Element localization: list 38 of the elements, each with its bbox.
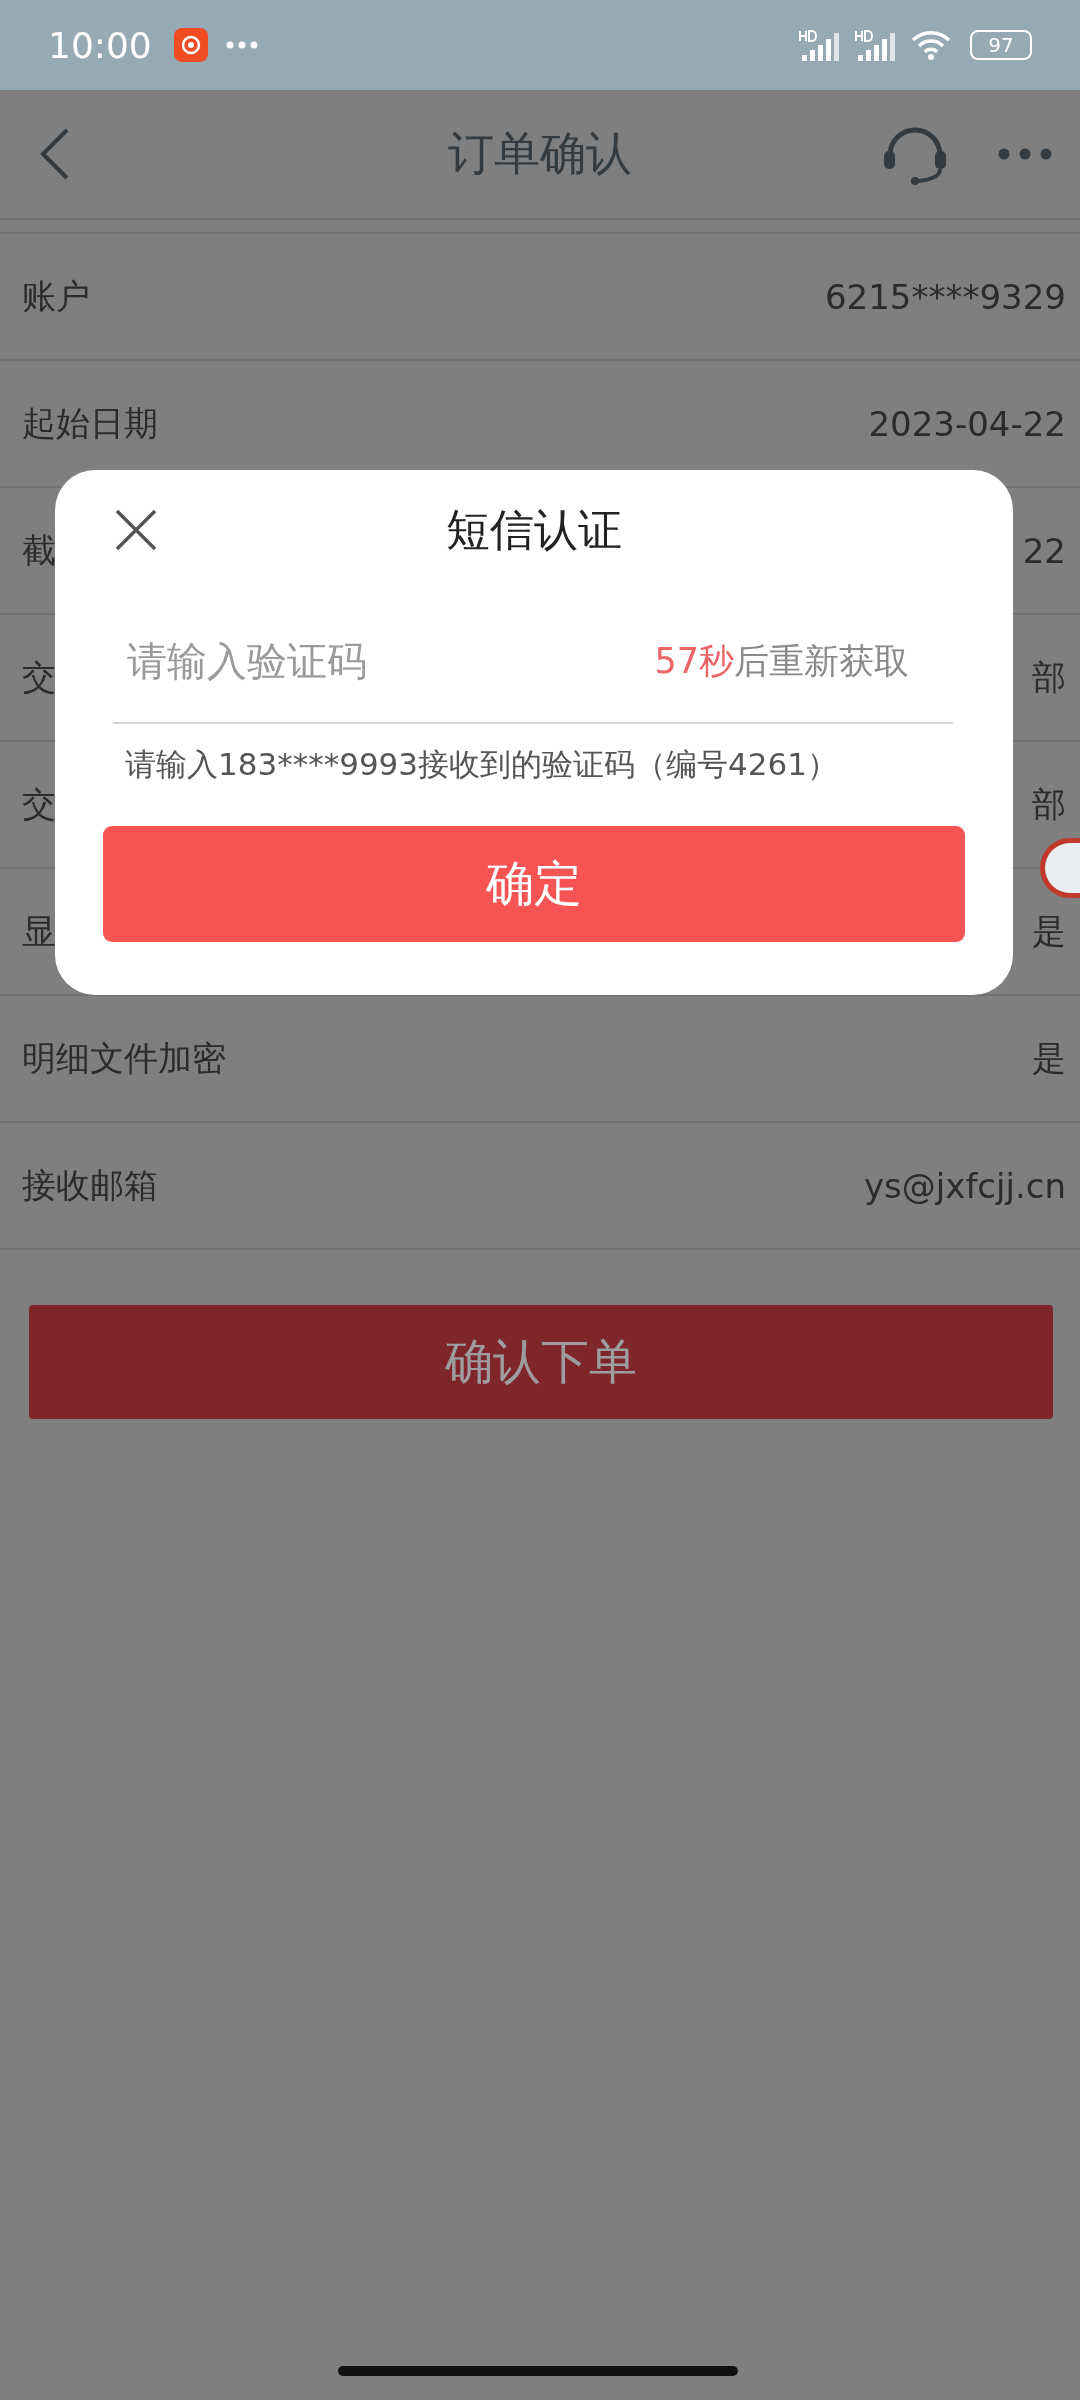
back-button[interactable]	[40, 128, 70, 180]
signal-icon	[854, 29, 898, 61]
code-input-field[interactable]: 请输入验证码	[113, 638, 655, 684]
wifi-icon	[910, 29, 952, 61]
field-label: 起始日期	[22, 401, 158, 445]
field-label: 明细文件加密	[22, 1036, 226, 1080]
field-value: ys@jxfcjj.cn	[864, 1165, 1066, 1206]
close-icon	[115, 509, 157, 551]
signal-icon	[798, 29, 842, 61]
resend-label: 后重新获取	[734, 640, 909, 681]
field-label: 账户	[22, 274, 90, 318]
confirm-button[interactable]: 确定	[103, 826, 965, 942]
dialog-title: 短信认证	[446, 502, 622, 557]
field-value: 是	[1032, 909, 1066, 953]
close-button[interactable]	[115, 509, 157, 551]
hint-text: 请输入183****9993接收到的验证码（编号4261）	[125, 745, 839, 784]
field-label: 显	[22, 909, 56, 953]
clock-time: 10:00	[48, 24, 152, 66]
field-label: 交	[22, 782, 56, 826]
field-label: 接收邮箱	[22, 1163, 158, 1207]
countdown-seconds: 57秒	[654, 640, 734, 681]
field-value: 6215****9329	[824, 276, 1066, 317]
field-value: 2023-04-22	[868, 403, 1066, 444]
more-icon	[998, 148, 1052, 160]
camera-app-icon	[173, 28, 208, 62]
page-title: 订单确认	[448, 125, 632, 182]
field-label: 交	[22, 655, 56, 699]
back-icon	[40, 128, 70, 180]
more-button[interactable]	[998, 148, 1052, 160]
field-label: 截	[22, 528, 56, 572]
battery-icon: 97	[970, 30, 1032, 60]
submit-order-button[interactable]: 确认下单	[29, 1305, 1053, 1419]
field-value: 部	[1032, 782, 1066, 826]
more-icon	[225, 41, 258, 49]
field-value: 是	[1032, 1036, 1066, 1080]
floating-badge-icon[interactable]	[1040, 838, 1080, 898]
field-value: 22	[1022, 530, 1066, 571]
field-value: 部	[1032, 655, 1066, 699]
